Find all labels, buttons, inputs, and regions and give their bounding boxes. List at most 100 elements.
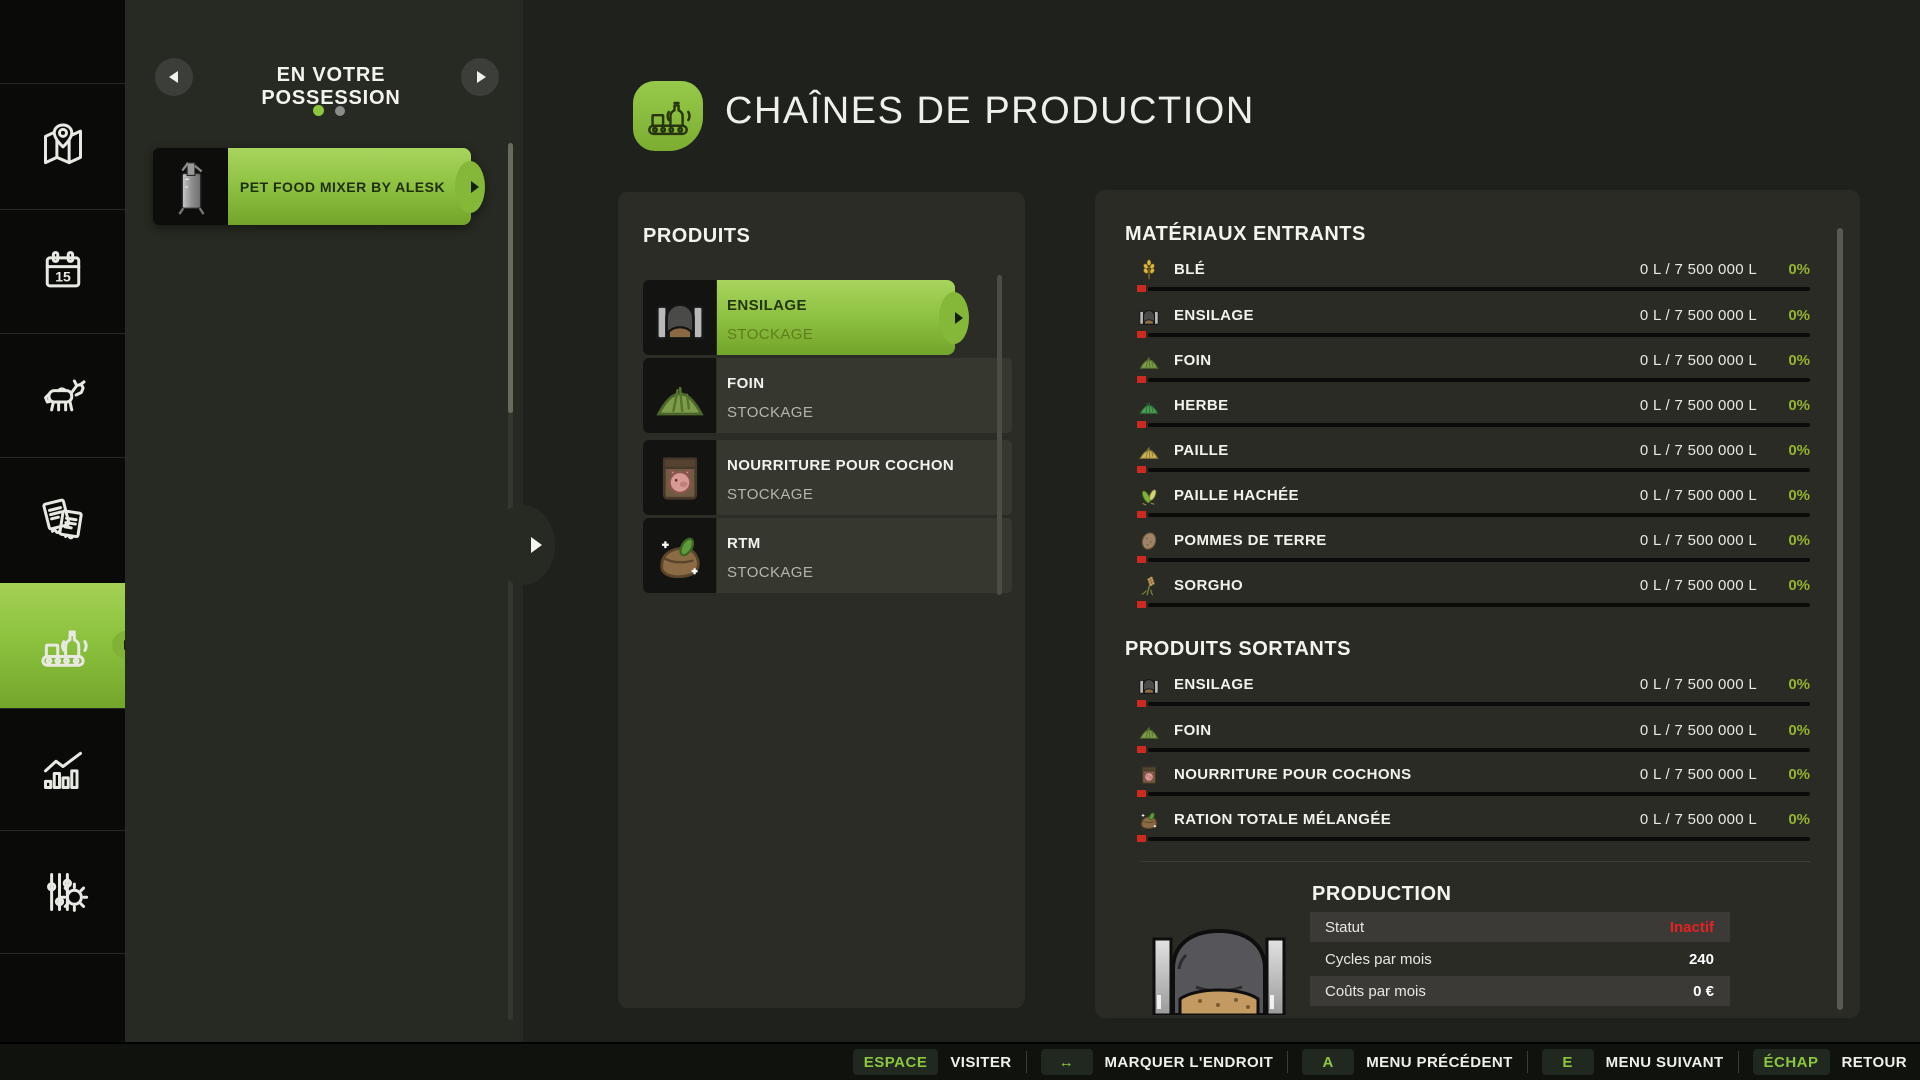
- possession-panel: EN VOTRE POSSESSION PET FOOD MIXER BY AL…: [125, 0, 523, 1080]
- bar-chart-icon: [35, 742, 91, 798]
- product-sub: STOCKAGE: [727, 326, 813, 343]
- product-body: [717, 518, 1012, 593]
- owned-production-item[interactable]: PET FOOD MIXER BY ALESK: [153, 148, 481, 225]
- material-percent: 0%: [1788, 487, 1810, 504]
- material-percent: 0%: [1788, 532, 1810, 549]
- material-row: PAILLE 0 L / 7 500 000 L 0%: [1136, 438, 1810, 478]
- prev-page-button[interactable]: [155, 58, 193, 96]
- product-thumb: [643, 440, 716, 515]
- products-scrollbar[interactable]: [997, 275, 1002, 595]
- possession-scrollbar-thumb[interactable]: [508, 143, 513, 413]
- chopped-straw-icon: [1138, 485, 1160, 507]
- sidebar-item-settings[interactable]: [0, 830, 125, 954]
- product-item-ensilage[interactable]: ENSILAGE STOCKAGE: [643, 280, 1012, 355]
- page-title: CHAÎNES DE PRODUCTION: [725, 90, 1255, 133]
- hint-back[interactable]: ÉCHAP RETOUR: [1753, 1049, 1907, 1075]
- documents-icon: [35, 491, 91, 547]
- mixer-thumbnail: [153, 148, 228, 225]
- material-percent: 0%: [1788, 352, 1810, 369]
- sidebar-item-production[interactable]: [0, 583, 125, 708]
- product-body: [717, 440, 1012, 515]
- wheat-icon: [1138, 259, 1160, 281]
- material-percent: 0%: [1788, 577, 1810, 594]
- products-panel: PRODUITS ENSILAGE STOCKAGE FOIN STOCKAGE: [618, 192, 1025, 1008]
- fill-bar: [1148, 333, 1810, 337]
- fill-bar: [1148, 702, 1810, 706]
- key-space: ESPACE: [853, 1049, 939, 1075]
- arrow-right-icon: [471, 181, 479, 193]
- wavy-edge: [939, 292, 969, 344]
- production-icon: [642, 90, 694, 142]
- hint-label: VISITER: [950, 1054, 1011, 1071]
- material-row: ENSILAGE 0 L / 7 500 000 L 0%: [1136, 672, 1810, 712]
- material-label: FOIN: [1174, 352, 1211, 369]
- product-thumb: [643, 280, 716, 355]
- details-scrollbar[interactable]: [1837, 228, 1843, 1010]
- product-item-rtm[interactable]: RTM STOCKAGE: [643, 518, 1012, 593]
- hint-previous-menu[interactable]: A MENU PRÉCÉDENT: [1302, 1049, 1512, 1075]
- owned-item-label: PET FOOD MIXER BY ALESK: [240, 179, 459, 195]
- silage-icon: [1138, 305, 1160, 327]
- sidebar-item-contracts[interactable]: [0, 457, 125, 581]
- fill-bar-marker: [1137, 601, 1146, 608]
- sidebar-item-statistics[interactable]: [0, 708, 125, 832]
- calendar-icon: [35, 243, 91, 299]
- material-value: 0 L / 7 500 000 L: [1640, 261, 1757, 278]
- material-label: NOURRITURE POUR COCHONS: [1174, 766, 1412, 783]
- material-label: ENSILAGE: [1174, 307, 1254, 324]
- product-item-foin[interactable]: FOIN STOCKAGE: [643, 358, 1012, 433]
- potato-icon: [1138, 530, 1160, 552]
- material-percent: 0%: [1788, 766, 1810, 783]
- page-dot[interactable]: [335, 106, 345, 116]
- product-item-nourriture-cochon[interactable]: NOURRITURE POUR COCHON STOCKAGE: [643, 440, 1012, 515]
- material-row: POMMES DE TERRE 0 L / 7 500 000 L 0%: [1136, 528, 1810, 568]
- keybind-footer: ESPACE VISITER ↔ MARQUER L'ENDROIT A MEN…: [0, 1042, 1920, 1080]
- material-row: HERBE 0 L / 7 500 000 L 0%: [1136, 393, 1810, 433]
- material-label: BLÉ: [1174, 261, 1205, 278]
- product-thumb: [643, 358, 716, 433]
- hint-mark-spot[interactable]: ↔ MARQUER L'ENDROIT: [1041, 1049, 1274, 1075]
- fill-bar: [1148, 603, 1810, 607]
- key-e: E: [1542, 1049, 1594, 1075]
- product-body: [717, 280, 955, 355]
- outputs-title: PRODUITS SORTANTS: [1125, 638, 1351, 661]
- next-page-button[interactable]: [461, 58, 499, 96]
- hint-label: MARQUER L'ENDROIT: [1105, 1054, 1274, 1071]
- cow-icon: [35, 367, 91, 423]
- fill-bar-marker: [1137, 700, 1146, 707]
- fill-bar: [1148, 287, 1810, 291]
- material-row: BLÉ 0 L / 7 500 000 L 0%: [1136, 257, 1810, 297]
- material-row: FOIN 0 L / 7 500 000 L 0%: [1136, 718, 1810, 758]
- material-value: 0 L / 7 500 000 L: [1640, 722, 1757, 739]
- fill-bar: [1148, 423, 1810, 427]
- sorghum-icon: [1138, 575, 1160, 597]
- material-percent: 0%: [1788, 397, 1810, 414]
- panel-expand-button[interactable]: [491, 505, 555, 585]
- material-percent: 0%: [1788, 307, 1810, 324]
- map-icon: [35, 118, 91, 174]
- page-dot-active[interactable]: [313, 105, 324, 116]
- wavy-edge: [455, 161, 485, 213]
- pig-food-icon: [1138, 764, 1160, 786]
- material-label: FOIN: [1174, 722, 1211, 739]
- product-name: NOURRITURE POUR COCHON: [727, 457, 954, 474]
- sidebar-item-calendar[interactable]: [0, 209, 125, 333]
- tmr-icon: [1138, 809, 1160, 831]
- hint-visit[interactable]: ESPACE VISITER: [853, 1049, 1012, 1075]
- fill-bar-marker: [1137, 790, 1146, 797]
- key-a: A: [1302, 1049, 1354, 1075]
- mixer-photo-icon: [162, 158, 220, 216]
- stat-label: Coûts par mois: [1325, 983, 1426, 1000]
- material-percent: 0%: [1788, 722, 1810, 739]
- fill-bar: [1148, 792, 1810, 796]
- production-details-panel: MATÉRIAUX ENTRANTS BLÉ 0 L / 7 500 000 L…: [1095, 190, 1860, 1018]
- hay-icon: [1138, 720, 1160, 742]
- sidebar-item-map[interactable]: [0, 84, 125, 208]
- fill-bar-marker: [1137, 556, 1146, 563]
- hint-next-menu[interactable]: E MENU SUIVANT: [1542, 1049, 1724, 1075]
- key-tab-icon: ↔: [1041, 1049, 1093, 1075]
- product-sub: STOCKAGE: [727, 486, 813, 503]
- fill-bar: [1148, 558, 1810, 562]
- sidebar-item-animals[interactable]: [0, 333, 125, 457]
- material-label: SORGHO: [1174, 577, 1243, 594]
